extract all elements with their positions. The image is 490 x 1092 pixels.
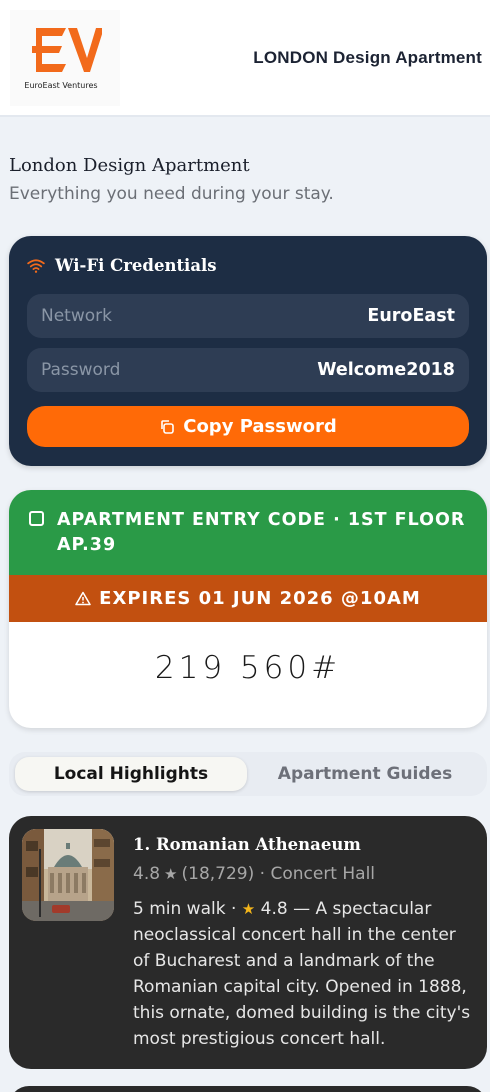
warning-icon xyxy=(75,591,91,606)
meta-separator: · xyxy=(254,864,271,884)
tab-bar: Local Highlights Apartment Guides xyxy=(9,752,487,796)
place-desc-rating: 4.8 xyxy=(260,899,288,919)
wifi-card: Wi-Fi Credentials Network EuroEast Passw… xyxy=(9,236,487,466)
app-header: EuroEast Ventures LONDON Design Apartmen… xyxy=(0,0,490,117)
wifi-title: Wi-Fi Credentials xyxy=(55,256,217,275)
athenaeum-photo-icon xyxy=(22,829,114,921)
network-value[interactable]: EuroEast xyxy=(367,306,455,326)
place-category: Concert Hall xyxy=(270,864,376,884)
password-label: Password xyxy=(41,360,121,380)
place-thumbnail xyxy=(22,829,114,921)
ev-logo-icon xyxy=(32,28,102,72)
page-title: London Design Apartment xyxy=(9,155,250,176)
star-icon: ★ xyxy=(164,865,178,883)
door-icon xyxy=(29,511,44,526)
wifi-icon xyxy=(27,258,45,273)
page-subtitle: Everything you need during your stay. xyxy=(9,184,334,204)
place-meta: 4.8 ★ (18,729) · Concert Hall xyxy=(133,864,375,884)
wifi-header: Wi-Fi Credentials xyxy=(27,256,217,275)
place-rating: 4.8 xyxy=(133,864,161,884)
entry-code-title: APARTMENT ENTRY CODE · 1ST FLOOR AP.39 xyxy=(57,510,466,555)
copy-password-button[interactable]: Copy Password xyxy=(27,406,469,447)
password-row[interactable]: Password Welcome2018 xyxy=(27,348,469,392)
network-label: Network xyxy=(41,306,112,326)
place-walk-time: 5 min walk · xyxy=(133,899,242,919)
place-card[interactable]: 1. Romanian Athenaeum 4.8 ★ (18,729) · C… xyxy=(9,816,487,1069)
password-value[interactable]: Welcome2018 xyxy=(317,360,455,380)
place-reviews: (18,729) xyxy=(181,864,255,884)
place-title[interactable]: 1. Romanian Athenaeum xyxy=(133,835,361,854)
header-title: LONDON Design Apartment xyxy=(253,48,482,67)
copy-icon xyxy=(161,419,175,434)
copy-password-label: Copy Password xyxy=(183,416,337,437)
place-card-next[interactable] xyxy=(9,1086,487,1092)
place-desc-text: — A spectacular neoclassical concert hal… xyxy=(133,899,471,1049)
tab-local-highlights[interactable]: Local Highlights xyxy=(15,757,247,791)
expiry-text: EXPIRES 01 JUN 2026 @10AM xyxy=(99,588,421,609)
tab-apartment-guides[interactable]: Apartment Guides xyxy=(249,757,481,791)
entry-code-value[interactable]: 219 560# xyxy=(9,650,487,686)
entry-code-card: APARTMENT ENTRY CODE · 1ST FLOOR AP.39 E… xyxy=(9,490,487,728)
network-row[interactable]: Network EuroEast xyxy=(27,294,469,338)
gold-star-icon: ★ xyxy=(241,900,256,918)
place-description: 5 min walk · ★ 4.8 — A spectacular neocl… xyxy=(133,896,475,1052)
entry-code-header: APARTMENT ENTRY CODE · 1ST FLOOR AP.39 xyxy=(9,490,487,575)
brand-logo[interactable]: EuroEast Ventures xyxy=(10,10,120,106)
expiry-banner: EXPIRES 01 JUN 2026 @10AM xyxy=(9,575,487,622)
brand-logo-text: EuroEast Ventures xyxy=(24,81,98,90)
